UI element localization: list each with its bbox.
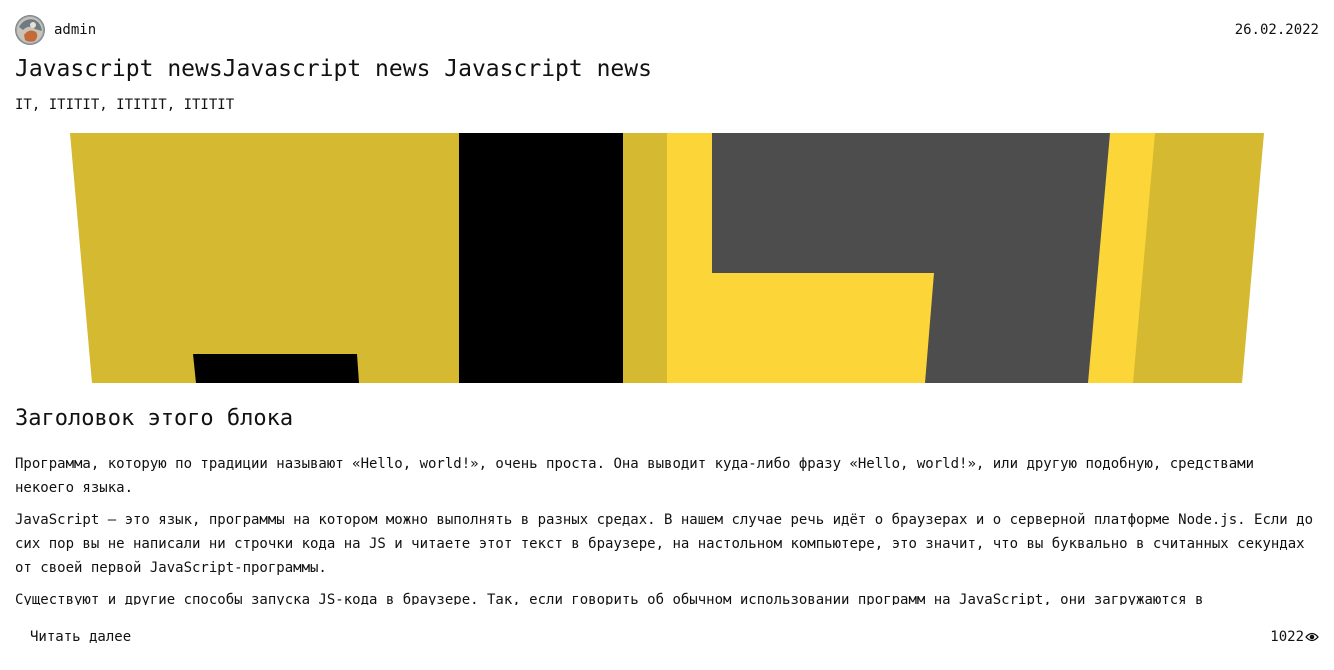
logo-black-foot: [193, 354, 359, 383]
paragraph: JavaScript — это язык, программы на кото…: [15, 512, 1314, 576]
author[interactable]: admin: [15, 15, 96, 45]
post-card: admin 26.02.2022 Javascript newsJavascri…: [0, 0, 1334, 670]
block-heading: Заголовок этого блока: [15, 406, 294, 431]
post-date: 26.02.2022: [1234, 22, 1319, 38]
post-header: admin 26.02.2022: [15, 14, 1319, 46]
paragraph: Существуют и другие способы запуска JS-к…: [15, 592, 1204, 605]
view-count: 1022: [1270, 629, 1319, 645]
post-title[interactable]: Javascript newsJavascript news Javascrip…: [15, 54, 652, 84]
post-body: Программа, которую по традиции называют …: [15, 452, 1319, 605]
read-more-link[interactable]: Читать далее: [30, 629, 131, 645]
paragraph: Программа, которую по традиции называют …: [15, 456, 1255, 496]
logo-black-bar: [459, 133, 623, 383]
view-count-value: 1022: [1270, 629, 1304, 645]
post-image: [70, 133, 1264, 383]
eye-icon: [1305, 632, 1319, 642]
post-footer: Читать далее 1022: [30, 627, 1319, 647]
author-name[interactable]: admin: [54, 22, 96, 38]
avatar[interactable]: [15, 15, 45, 45]
post-tags[interactable]: IT, ITITIT, ITITIT, ITITIT: [15, 96, 234, 114]
